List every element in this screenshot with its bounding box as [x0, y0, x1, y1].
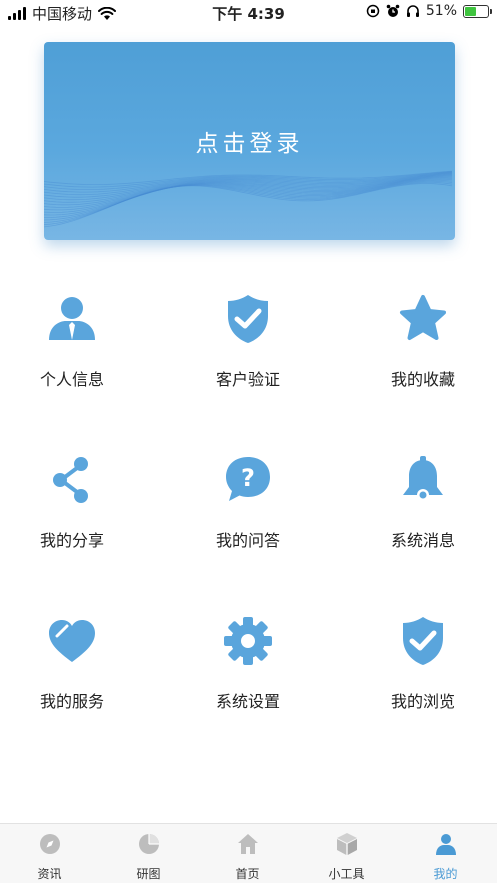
heart-icon	[49, 620, 95, 662]
menu-label: 系统消息	[390, 531, 455, 550]
menu-label: 个人信息	[39, 370, 104, 389]
menu-label: 系统设置	[215, 692, 280, 711]
person-icon	[435, 834, 456, 855]
svg-text:?: ?	[241, 464, 255, 492]
cube-icon	[336, 833, 357, 855]
tab-mine[interactable]: 我的	[396, 824, 495, 883]
tab-news[interactable]: 资讯	[0, 824, 99, 883]
home-icon	[237, 834, 258, 854]
menu-label: 我的问答	[215, 531, 280, 550]
rotation-lock-icon	[366, 4, 380, 18]
menu-label: 客户验证	[215, 370, 280, 389]
battery-icon	[463, 4, 492, 18]
tab-label: 资讯	[37, 867, 62, 881]
tab-charts[interactable]: 研图	[99, 824, 198, 883]
menu-item-share[interactable]: 我的分享	[0, 453, 152, 563]
headphones-icon	[406, 5, 419, 17]
battery-percent: 51%	[425, 3, 457, 19]
menu-label: 我的浏览	[390, 692, 455, 711]
menu-item-favorites[interactable]: 我的收藏	[343, 292, 497, 402]
menu-label: 我的收藏	[390, 370, 455, 389]
compass-icon	[39, 834, 60, 854]
login-banner[interactable]: 点击登录	[44, 42, 455, 240]
gear-icon	[224, 617, 272, 665]
status-bar: 中国移动 下午 4:39 51%	[0, 0, 497, 26]
menu-item-personal-info[interactable]: 个人信息	[0, 292, 152, 402]
shield-check-icon	[228, 295, 268, 343]
bottom-tab-bar: 资讯 研图 首页 小工具 我的	[0, 823, 497, 883]
tab-label: 首页	[235, 867, 260, 881]
login-label[interactable]: 点击登录	[44, 124, 455, 158]
menu-label: 我的分享	[39, 531, 104, 550]
menu-item-qa[interactable]: ? 我的问答	[168, 453, 328, 563]
tab-label: 我的	[433, 867, 458, 881]
menu-item-settings[interactable]: 系统设置	[168, 614, 328, 724]
share-icon	[53, 457, 88, 503]
alarm-icon	[386, 4, 400, 17]
shield-check-icon	[403, 617, 443, 665]
tab-home[interactable]: 首页	[198, 824, 297, 883]
menu-label: 我的服务	[39, 692, 104, 711]
menu-item-system-messages[interactable]: 系统消息	[343, 453, 497, 563]
tab-label: 小工具	[328, 867, 365, 881]
menu-item-customer-verify[interactable]: 客户验证	[168, 292, 328, 402]
menu-item-browse-history[interactable]: 我的浏览	[343, 614, 497, 724]
menu-item-services[interactable]: 我的服务	[0, 614, 152, 724]
bell-icon	[403, 456, 443, 501]
tab-tools[interactable]: 小工具	[297, 824, 396, 883]
person-icon	[49, 297, 95, 340]
pie-chart-icon	[138, 834, 159, 854]
star-icon	[400, 295, 446, 340]
question-bubble-icon: ?	[226, 457, 270, 501]
tab-label: 研图	[136, 867, 161, 881]
